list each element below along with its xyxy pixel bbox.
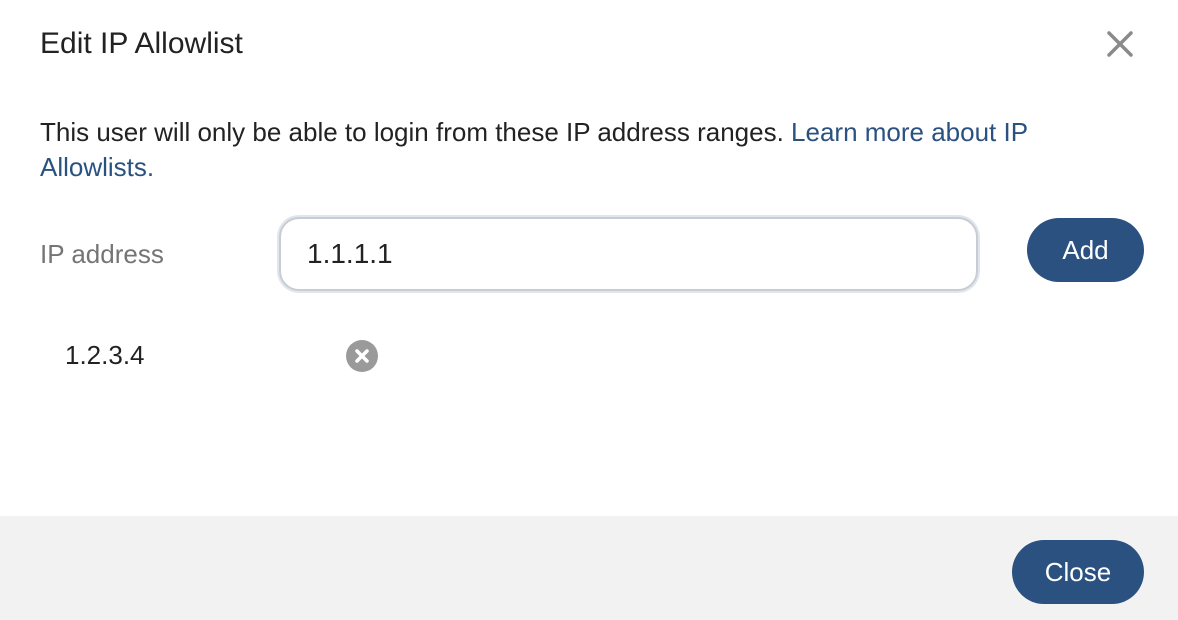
remove-circle-x-icon[interactable] [346, 340, 378, 372]
ip-address-input[interactable] [279, 217, 978, 291]
close-button[interactable]: Close [1012, 540, 1144, 604]
edit-ip-allowlist-dialog: Edit IP Allowlist This user will only be… [0, 0, 1178, 620]
close-icon[interactable] [1100, 24, 1140, 64]
ip-allowlist-list: 1.2.3.4 [0, 330, 1178, 382]
dialog-description: This user will only be able to login fro… [40, 115, 1140, 185]
ip-entry: 1.2.3.4 [65, 340, 145, 370]
ip-address-label: IP address [40, 239, 164, 269]
description-text: This user will only be able to login fro… [40, 117, 792, 147]
dialog-title: Edit IP Allowlist [40, 27, 243, 60]
list-item: 1.2.3.4 [0, 330, 1178, 382]
add-button[interactable]: Add [1027, 218, 1144, 282]
dialog-footer: Close [0, 516, 1178, 620]
